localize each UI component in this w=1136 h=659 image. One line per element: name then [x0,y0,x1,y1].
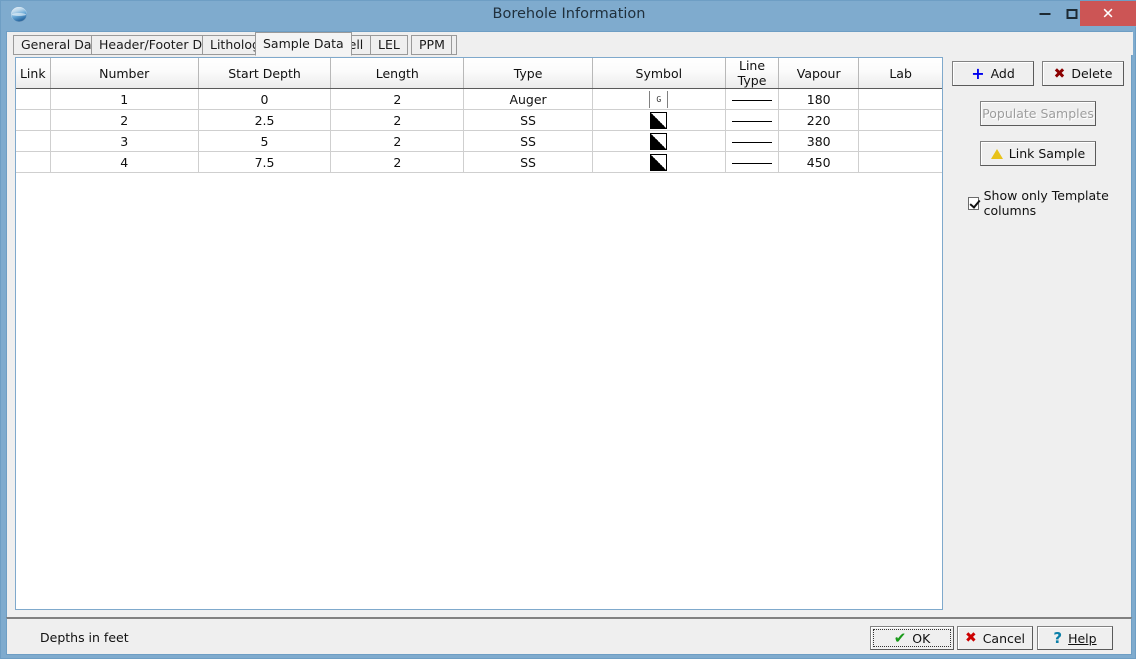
cell-number[interactable]: 1 [50,88,199,110]
delete-button[interactable]: ✖ Delete [1042,61,1124,86]
grid-header-row: Link Number Start Depth Length Type Symb… [16,58,942,89]
diagonal-hatch-icon [650,153,668,171]
link-sample-label: Link Sample [1008,146,1086,161]
table-row[interactable]: 3 5 2 SS 380 [16,130,942,152]
table-row[interactable]: 1 0 2 Auger G 180 [16,88,942,110]
cell-link[interactable] [16,88,51,110]
cell-lab[interactable] [858,109,942,131]
cell-number[interactable]: 2 [50,109,199,131]
column-header-lab[interactable]: Lab [858,58,942,89]
cell-symbol[interactable] [592,109,726,131]
table-row[interactable]: 2 2.5 2 SS 220 [16,109,942,131]
cell-number[interactable]: 3 [50,130,199,152]
column-header-number[interactable]: Number [50,58,199,89]
column-header-start-depth[interactable]: Start Depth [198,58,332,89]
ok-button[interactable]: ✔ OK [870,626,954,650]
show-only-template-columns-row[interactable]: Show only Template columns [968,188,1126,218]
close-icon: ✕ [1101,4,1115,22]
cell-line-type[interactable] [725,130,780,152]
add-button-label: Add [990,66,1015,81]
link-sample-button[interactable]: Link Sample [980,141,1096,166]
column-header-link[interactable]: Link [16,58,51,89]
show-only-template-columns-label: Show only Template columns [983,188,1109,218]
diagonal-hatch-icon [650,132,668,150]
show-only-template-columns-checkbox[interactable] [968,196,979,210]
cell-lab[interactable] [858,151,942,173]
tab-strip: General Data Header/Footer Data Litholog… [7,32,1133,56]
cell-lab[interactable] [858,88,942,110]
cell-link[interactable] [16,130,51,152]
populate-samples-button[interactable]: Populate Samples [980,101,1096,126]
tab-ppm[interactable]: PPM [411,35,453,55]
populate-samples-label: Populate Samples [982,106,1094,121]
cell-vapour[interactable]: 450 [778,151,860,173]
x-icon: ✖ [1053,65,1066,82]
cell-link[interactable] [16,109,51,131]
tab-sample-data[interactable]: Sample Data [255,32,352,56]
cell-start-depth[interactable]: 7.5 [198,151,332,173]
column-header-line-type[interactable]: Line Type [725,58,780,89]
solid-line-icon [732,120,773,122]
bottom-bar: Depths in feet ✔ OK ✖ Cancel ? Help [6,617,1132,655]
cell-lab[interactable] [858,130,942,152]
table-row[interactable]: 4 7.5 2 SS 450 [16,151,942,173]
window-title: Borehole Information [492,6,646,22]
cell-length[interactable]: 2 [330,151,465,173]
cell-type[interactable]: SS [463,151,593,173]
solid-line-icon [732,141,773,143]
close-button[interactable]: ✕ [1080,1,1136,26]
cell-length[interactable]: 2 [330,88,465,110]
column-header-type[interactable]: Type [463,58,593,89]
cell-line-type[interactable] [725,88,780,110]
borehole-information-window: Borehole Information ✕ General Data Head… [0,0,1136,659]
diagonal-hatch-icon [650,111,668,129]
cancel-button-label: Cancel [982,630,1026,646]
client-area: General Data Header/Footer Data Litholog… [6,31,1133,617]
cell-symbol[interactable]: G [592,88,726,110]
cell-line-type[interactable] [725,109,780,131]
cell-type[interactable]: SS [463,130,593,152]
symbol-char: G [656,94,662,104]
cell-type[interactable]: SS [463,109,593,131]
add-button[interactable]: + Add [952,61,1034,86]
cell-start-depth[interactable]: 0 [198,88,332,110]
focus-ring [873,629,951,647]
question-mark-icon: ? [1053,628,1063,647]
title-bar: Borehole Information ✕ [1,1,1136,27]
column-header-vapour[interactable]: Vapour [778,58,860,89]
plus-icon: + [971,63,985,83]
cell-type[interactable]: Auger [463,88,593,110]
symbol-edit-cell[interactable]: G [649,90,669,108]
tab-strip-end [451,35,457,55]
cell-vapour[interactable]: 180 [778,88,860,110]
cell-symbol[interactable] [592,151,726,173]
solid-line-icon [732,99,773,101]
column-header-length[interactable]: Length [330,58,465,89]
cell-link[interactable] [16,151,51,173]
cell-number[interactable]: 4 [50,151,199,173]
solid-line-icon [732,162,773,164]
warning-triangle-icon [990,148,1003,159]
cell-line-type[interactable] [725,151,780,173]
cell-vapour[interactable]: 380 [778,130,860,152]
cell-length[interactable]: 2 [330,109,465,131]
cell-length[interactable]: 2 [330,130,465,152]
red-x-icon: ✖ [964,630,977,646]
help-button[interactable]: ? Help [1037,626,1113,650]
status-text: Depths in feet [40,630,129,645]
help-button-label: Help [1068,630,1097,646]
side-panel: + Add ✖ Delete Populate Samples Link Sam… [950,57,1126,610]
cancel-button[interactable]: ✖ Cancel [957,626,1033,650]
column-header-symbol[interactable]: Symbol [592,58,726,89]
sample-data-grid[interactable]: Link Number Start Depth Length Type Symb… [15,57,943,610]
cell-start-depth[interactable]: 2.5 [198,109,332,131]
cell-vapour[interactable]: 220 [778,109,860,131]
cell-start-depth[interactable]: 5 [198,130,332,152]
delete-button-label: Delete [1071,66,1113,81]
cell-symbol[interactable] [592,130,726,152]
tab-lel[interactable]: LEL [370,35,408,55]
